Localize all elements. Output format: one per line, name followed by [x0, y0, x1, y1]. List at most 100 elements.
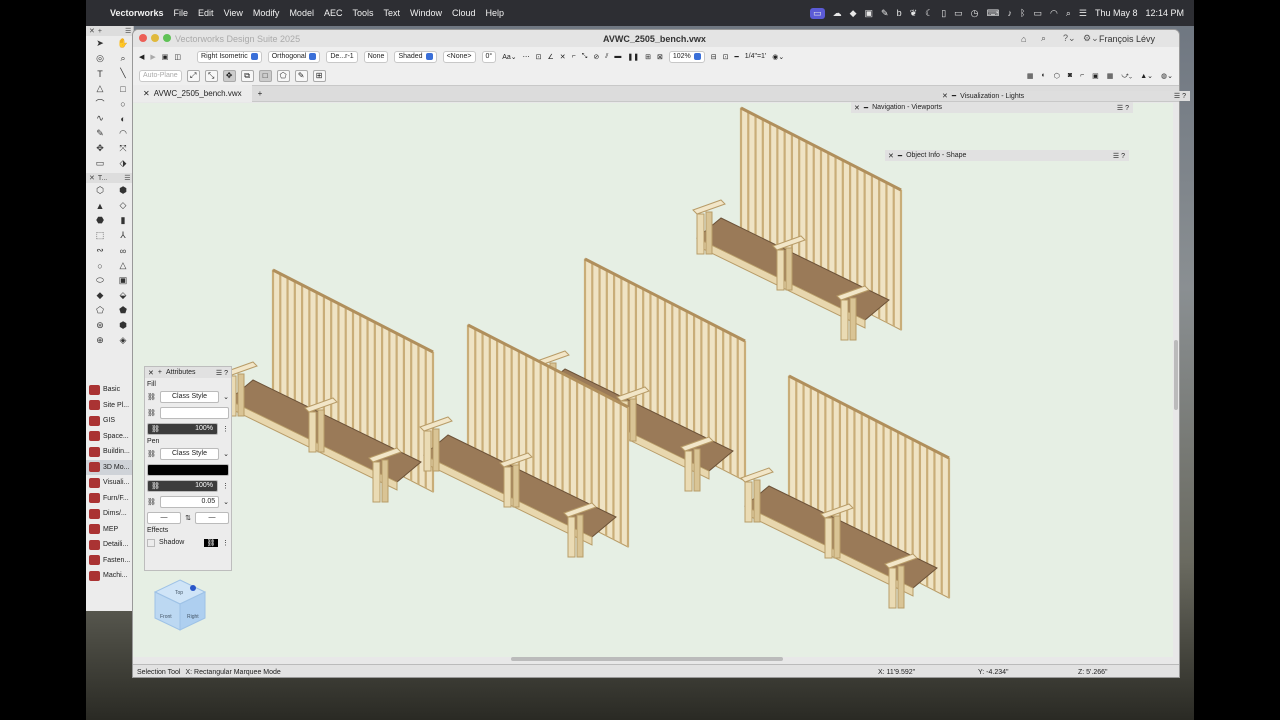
menu-edit[interactable]: Edit: [198, 8, 214, 18]
standard-view-select[interactable]: Right Isometric: [197, 50, 262, 63]
help-icon[interactable]: ?⌄: [1063, 33, 1076, 44]
pen-weight-field[interactable]: 0.05: [159, 495, 220, 508]
section-tool-icon[interactable]: ⊕: [90, 333, 110, 348]
horizontal-scrollbar[interactable]: [511, 657, 783, 661]
sweep-tool-icon[interactable]: ⬢: [113, 318, 133, 333]
clip-tool-icon[interactable]: ▭: [90, 156, 110, 171]
ruler-icon[interactable]: ━: [735, 53, 739, 61]
display-icon[interactable]: ▭: [954, 8, 963, 19]
zoom-field[interactable]: 102%: [668, 50, 705, 63]
workspace-item[interactable]: Visuali...: [86, 475, 133, 491]
fill-style-select[interactable]: Class Style: [159, 390, 220, 403]
cube-icon[interactable]: ⬡: [1054, 72, 1060, 80]
bold-b-icon[interactable]: b: [897, 8, 902, 18]
grid-icon[interactable]: ▦: [1107, 72, 1114, 80]
flyover-tool-icon[interactable]: ◎: [90, 51, 110, 66]
workspace-item[interactable]: Basic: [86, 382, 133, 398]
minimize-window-button[interactable]: [151, 34, 159, 42]
eyedropper-tool-icon[interactable]: ✎: [90, 126, 110, 141]
zoom-window-icon[interactable]: ⊞: [645, 53, 651, 61]
text-tool-icon[interactable]: T: [90, 66, 110, 81]
fillet-tool-icon[interactable]: ◆: [90, 288, 110, 303]
lasso-marquee-icon[interactable]: ✎: [294, 69, 308, 82]
clock-time[interactable]: 12:14 PM: [1145, 8, 1184, 18]
sphere-tool-icon[interactable]: ○: [90, 258, 110, 273]
pause-icon[interactable]: ❚❚: [627, 53, 639, 61]
user-name[interactable]: François Lévy: [1099, 34, 1155, 44]
projection-select[interactable]: Orthogonal: [267, 50, 321, 63]
close-tab-icon[interactable]: ✕: [143, 89, 150, 98]
snap-tangent-icon[interactable]: ⊘: [593, 53, 599, 61]
settings-icon[interactable]: ⚙⌄: [1083, 33, 1099, 44]
leaf-icon[interactable]: ❦: [910, 8, 918, 19]
snap-smart-icon[interactable]: ✕: [560, 53, 566, 61]
cylinder-tool-icon[interactable]: ▮: [113, 213, 133, 228]
clip-cube-icon[interactable]: ⌐: [1080, 72, 1084, 80]
more-icon[interactable]: ⋮: [222, 482, 229, 490]
snap-grid-icon[interactable]: ⋯: [523, 53, 530, 61]
active-class-select[interactable]: None: [363, 50, 389, 63]
collapse-icon[interactable]: ━: [898, 152, 902, 160]
freehand-tool-icon[interactable]: ∿: [90, 111, 110, 126]
workspace-item[interactable]: Space...: [86, 429, 133, 445]
palette-menu-icon[interactable]: ☰ ?: [1174, 92, 1186, 100]
forward-icon[interactable]: ▶: [150, 53, 155, 61]
dropbox-icon[interactable]: ◆: [850, 8, 857, 19]
snap-distance-icon[interactable]: ⤡: [582, 53, 588, 61]
menu-window[interactable]: Window: [410, 8, 442, 18]
dropdown-arrow-icon[interactable]: ⌄: [223, 450, 229, 458]
snap-angle-icon[interactable]: ∠: [548, 53, 554, 61]
loft-tool-icon[interactable]: ∞: [113, 243, 133, 258]
workspace-item[interactable]: Detaili...: [86, 537, 133, 553]
layout-icon[interactable]: ▯: [941, 8, 946, 19]
home-icon[interactable]: ⌂: [1021, 34, 1026, 44]
mode-1-icon[interactable]: ⤢: [186, 69, 200, 82]
menu-modify[interactable]: Modify: [253, 8, 280, 18]
workspace-item[interactable]: Machi...: [86, 568, 133, 584]
helix-tool-icon[interactable]: ⊛: [90, 318, 110, 333]
palette-menu-icon[interactable]: ☰ ?: [1117, 104, 1129, 112]
active-layer-select[interactable]: De...r-1: [326, 50, 358, 63]
close-icon[interactable]: ✕: [89, 27, 95, 35]
zoom-window-button[interactable]: [163, 34, 171, 42]
pen-opacity-field[interactable]: ⛓ 100%: [147, 479, 218, 492]
clock-date[interactable]: Thu May 8: [1095, 8, 1138, 18]
cloud-icon[interactable]: ☁: [833, 8, 842, 19]
push-pull-tool-icon[interactable]: ⬢: [113, 183, 133, 198]
control-center-icon[interactable]: ☰: [1079, 8, 1087, 19]
wifi-icon[interactable]: ◠: [1050, 8, 1058, 19]
extrude-tool-icon[interactable]: ⬡: [90, 183, 110, 198]
menu-aec[interactable]: AEC: [324, 8, 343, 18]
mirror-tool-icon[interactable]: ⬗: [113, 156, 133, 171]
attributes-palette-bar[interactable]: ✕ + Attributes ☰ ?: [145, 367, 231, 378]
collapse-icon[interactable]: ━: [864, 104, 868, 112]
table-icon[interactable]: ▦: [1027, 72, 1034, 80]
add-icon[interactable]: +: [98, 28, 102, 35]
menu-tools[interactable]: Tools: [352, 8, 373, 18]
link-icon[interactable]: ⛓: [147, 393, 156, 401]
menu-view[interactable]: View: [224, 8, 243, 18]
cone-tool-icon[interactable]: △: [113, 258, 133, 273]
link-icon[interactable]: ⛓: [147, 450, 156, 458]
paint-tool-icon[interactable]: ◐: [113, 111, 133, 126]
keyboard-icon[interactable]: ⌨: [987, 8, 1000, 19]
camera-icon[interactable]: ◙: [1068, 72, 1072, 80]
reshape-tool-icon[interactable]: ⤧: [113, 141, 133, 156]
polyline-tool-icon[interactable]: ⌒: [90, 96, 110, 111]
close-icon[interactable]: ✕: [942, 92, 948, 100]
fill-color-swatch[interactable]: [159, 406, 229, 419]
zoom-selection-icon[interactable]: ⊡: [723, 53, 729, 61]
pen-color-swatch[interactable]: [147, 463, 229, 476]
palette-menu-icon[interactable]: ☰ ?: [216, 369, 228, 377]
add-icon[interactable]: +: [158, 369, 162, 376]
collapse-icon[interactable]: ━: [952, 92, 956, 100]
workspace-item[interactable]: MEP: [86, 522, 133, 538]
workspace-item[interactable]: Dims/...: [86, 506, 133, 522]
close-window-button[interactable]: [139, 34, 147, 42]
mesh-tool-icon[interactable]: ⬚: [90, 228, 110, 243]
object-info-palette-bar[interactable]: ✕ ━ Object Info - Shape ☰ ?: [885, 150, 1129, 161]
menu-icon[interactable]: ☰: [124, 174, 130, 182]
arc-tool-icon[interactable]: ◠: [113, 126, 133, 141]
more-icon[interactable]: ⋮: [222, 539, 229, 547]
start-marker-select[interactable]: —: [147, 511, 182, 524]
